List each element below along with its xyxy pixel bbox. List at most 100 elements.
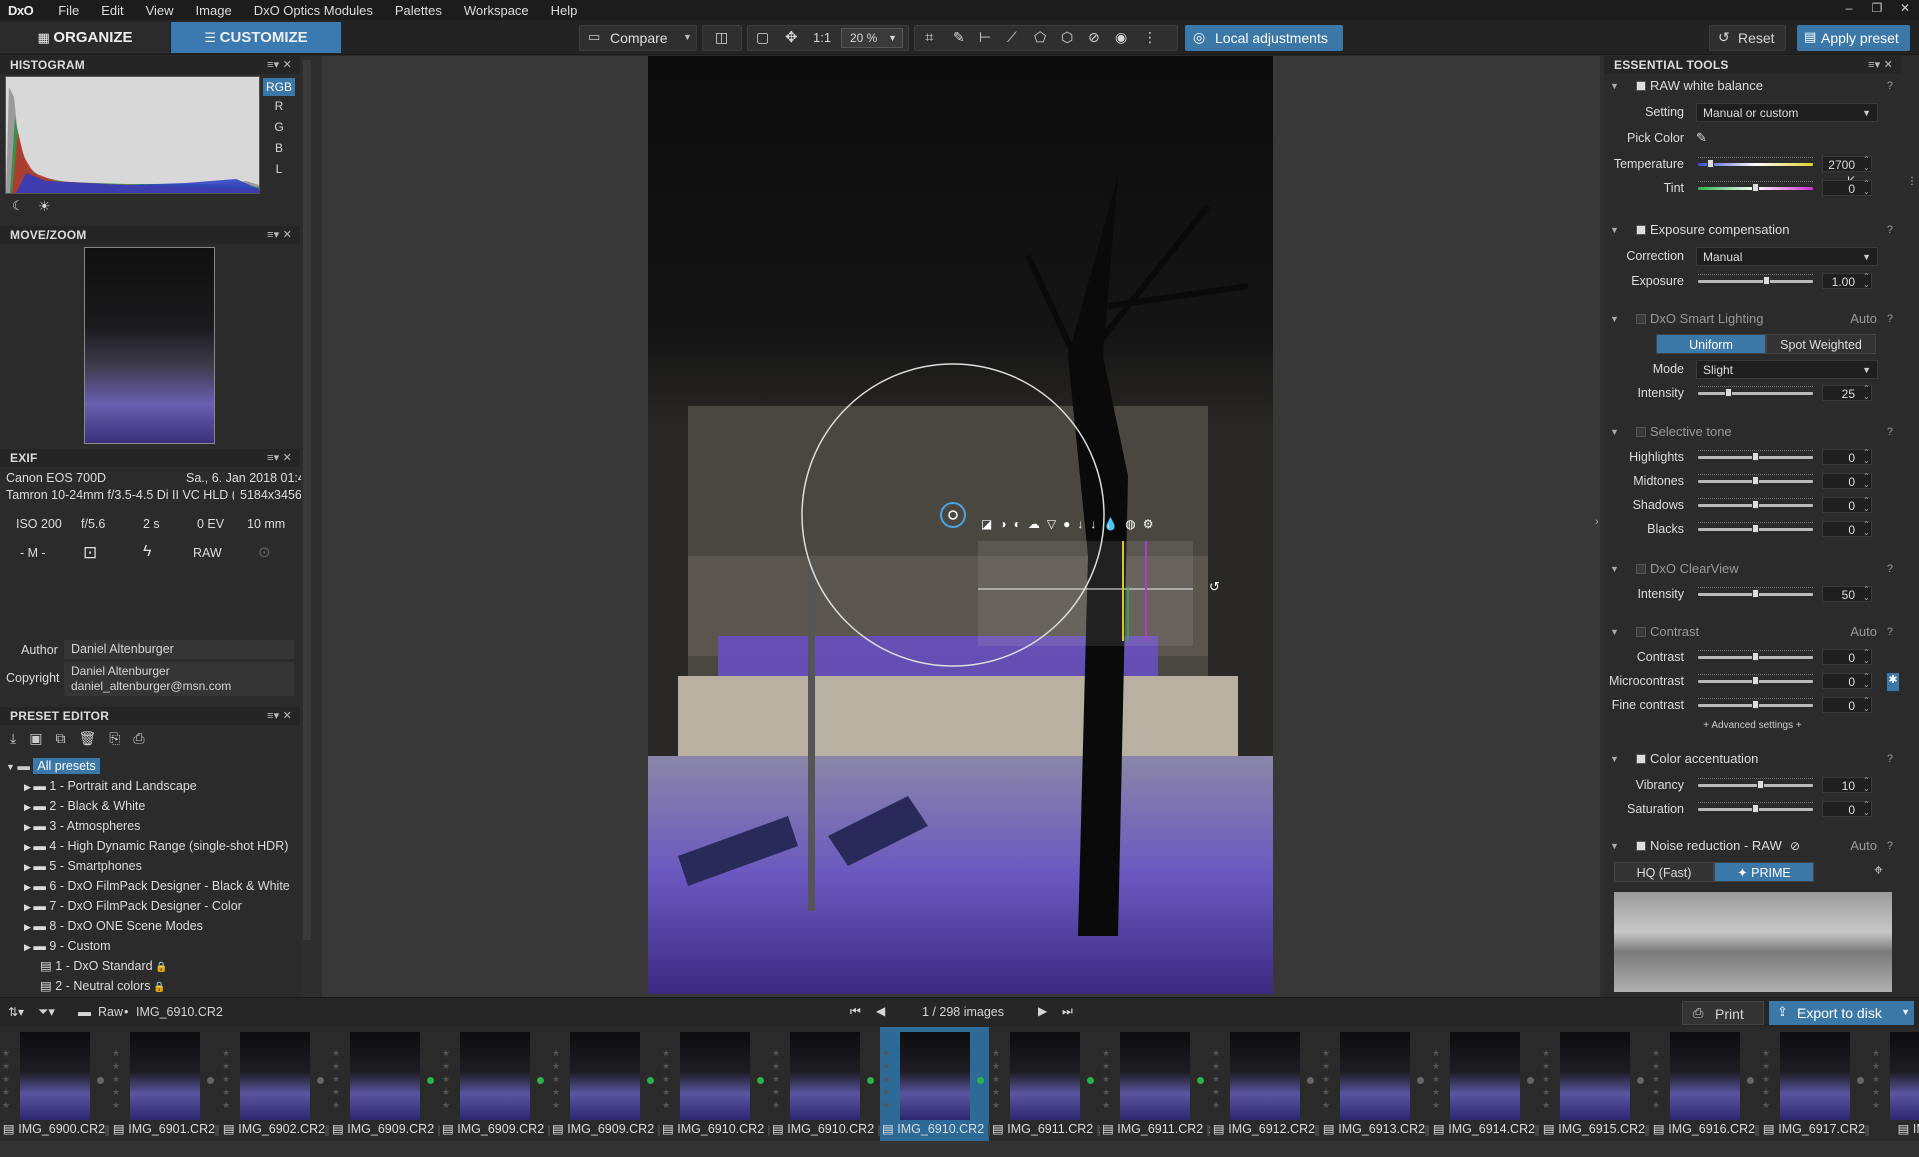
value-field[interactable]: 0 bbox=[1822, 673, 1872, 689]
filmstrip-thumb[interactable]: ★★★★★ ▤ IMG_6911.CR2 2 bbox=[1100, 1027, 1210, 1147]
value-field[interactable]: 0 bbox=[1822, 449, 1872, 465]
slider-thumb[interactable] bbox=[1762, 276, 1770, 285]
cv-intensity-slider[interactable] bbox=[1698, 587, 1813, 598]
collapse-icon[interactable]: ▼ bbox=[1610, 837, 1619, 855]
hq-fast-button[interactable]: HQ (Fast) bbox=[1614, 862, 1714, 882]
split-view-button[interactable]: ◫ bbox=[702, 25, 742, 51]
exposure-icon[interactable]: ◪ bbox=[981, 517, 999, 531]
main-photo[interactable]: ◪◑◐☁▽●↓↓💧◍⚙ ↺ bbox=[648, 56, 1273, 994]
filmstrip-thumb[interactable]: ★ ★ ★ ★ ★ ▤ IMG_6915.CR2 bbox=[1540, 1027, 1650, 1147]
rating-stars[interactable]: ★ ★ ★ ★ ★ bbox=[112, 1047, 124, 1112]
tint-value[interactable]: 0 bbox=[1822, 180, 1872, 196]
collapse-icon[interactable]: ▼ bbox=[1610, 560, 1619, 578]
collapse-icon[interactable]: ▼ bbox=[1610, 310, 1619, 328]
raw-wb-checkbox[interactable] bbox=[1636, 81, 1646, 91]
filmstrip-thumb[interactable]: ★ ★ ★ ★ ★ ▤ IMG_6916.CR2 bbox=[1650, 1027, 1760, 1147]
new-preset-icon[interactable]: ▣ bbox=[29, 730, 55, 746]
noise-section[interactable]: ▼ Noise reduction - RAW ⊘ Auto ? bbox=[1604, 837, 1901, 855]
slider-thumb[interactable] bbox=[1752, 652, 1759, 661]
panel-menu-icon[interactable]: ≡▾ ✕ bbox=[267, 226, 292, 244]
value-field[interactable]: 0 bbox=[1822, 697, 1872, 713]
grid-overlay-icon[interactable]: ⋮ bbox=[1143, 29, 1157, 46]
filmstrip-thumb[interactable]: ★★★★★ ▤ IMG_6909.CR2 2 bbox=[440, 1027, 550, 1147]
delete-preset-icon[interactable]: 🗑 bbox=[78, 730, 109, 746]
rating-stars[interactable]: ★ ★ ★ ★ ★ bbox=[222, 1047, 234, 1112]
sort-icon[interactable]: ⇅▾ bbox=[8, 1005, 24, 1019]
next-image-icon[interactable]: ▶ bbox=[1038, 1004, 1047, 1018]
highlight-clip-icon[interactable]: ☀ bbox=[38, 198, 51, 215]
menu-workspace[interactable]: Workspace bbox=[453, 3, 540, 18]
channel-rgb[interactable]: RGB bbox=[263, 78, 295, 96]
preset-folder[interactable]: ▶ ▬ 7 - DxO FilmPack Designer - Color bbox=[24, 896, 242, 916]
apply-preset-button[interactable]: ▤ Apply preset bbox=[1797, 25, 1910, 51]
preset-folder[interactable]: ▶ ▬ 9 - Custom bbox=[24, 936, 111, 956]
advanced-settings-link[interactable]: + Advanced settings + bbox=[1604, 720, 1901, 731]
help-icon[interactable]: ? bbox=[1887, 423, 1893, 441]
filmstrip-thumb[interactable]: ★ ★ ★ ★ ★ ▤ IMG_6901.CR2 bbox=[110, 1027, 220, 1147]
exposure-section[interactable]: ▼ Exposure compensation ? bbox=[1604, 221, 1901, 239]
move-icon[interactable]: ✥ bbox=[785, 28, 798, 46]
perspective-icon[interactable]: ⟋ bbox=[1007, 29, 1017, 46]
expand-icon[interactable]: ▶ bbox=[24, 902, 33, 912]
correction-select[interactable]: Manual bbox=[1696, 247, 1878, 267]
tint-slider[interactable] bbox=[1698, 181, 1813, 192]
path-folder[interactable]: Raw bbox=[98, 1005, 123, 1019]
temperature-slider[interactable] bbox=[1698, 157, 1813, 168]
preset-folder[interactable]: ▶ ▬ 1 - Portrait and Landscape bbox=[24, 776, 197, 796]
filmstrip-thumb[interactable]: ★ ★ ★ ★ ★ ▤ IMG_6902.CR2 bbox=[220, 1027, 330, 1147]
exposure-value[interactable]: 1.00 bbox=[1822, 273, 1872, 289]
reset-button[interactable]: ↺ Reset bbox=[1709, 25, 1786, 51]
smart-lighting-checkbox[interactable] bbox=[1636, 314, 1646, 324]
noise-icon[interactable]: ◍ bbox=[1125, 517, 1142, 531]
author-field[interactable]: Daniel Altenburger bbox=[64, 640, 294, 659]
filter-icon[interactable]: ▽ bbox=[1047, 517, 1063, 531]
left-scrollbar[interactable] bbox=[303, 60, 311, 940]
filmstrip-thumb[interactable]: ★★★★★ ▤ IMG_6909.CR2 1 bbox=[330, 1027, 440, 1147]
compare-button[interactable]: ▭ Compare ▼ bbox=[579, 25, 697, 51]
navigator-thumbnail[interactable] bbox=[84, 247, 215, 444]
slider-thumb[interactable] bbox=[1752, 183, 1759, 192]
perspective-rect-icon[interactable]: ⬠ bbox=[1034, 29, 1046, 46]
mask-icon[interactable]: ⚙ bbox=[1143, 517, 1161, 531]
help-icon[interactable]: ? bbox=[1887, 560, 1893, 578]
menu-palettes[interactable]: Palettes bbox=[384, 3, 453, 18]
rating-stars[interactable]: ★ ★ ★ ★ ★ bbox=[1102, 1047, 1114, 1112]
value-slider[interactable] bbox=[1698, 450, 1813, 461]
horizon-icon[interactable]: ⊢ bbox=[979, 29, 991, 46]
channel-g[interactable]: G bbox=[263, 120, 295, 134]
vibrancy-icon[interactable]: ◐ bbox=[1014, 517, 1028, 531]
slider-thumb[interactable] bbox=[1752, 476, 1759, 485]
value-slider[interactable] bbox=[1698, 474, 1813, 485]
preset-folder[interactable]: ▶ ▬ 2 - Black & White bbox=[24, 796, 145, 816]
value-slider[interactable] bbox=[1698, 674, 1813, 685]
help-icon[interactable]: ? bbox=[1887, 750, 1893, 768]
export-preset-icon[interactable]: ⎙ bbox=[133, 730, 157, 746]
raw-wb-section[interactable]: ▼ RAW white balance ? bbox=[1604, 77, 1901, 95]
preset-folder[interactable]: ▶ ▬ 5 - Smartphones bbox=[24, 856, 142, 876]
rating-stars[interactable]: ★ ★ ★ ★ ★ bbox=[1212, 1047, 1224, 1112]
rating-stars[interactable]: ★ ★ ★ ★ ★ bbox=[442, 1047, 454, 1112]
filmstrip-thumb[interactable]: ★★★★★ ▤ IMG_6909.CR2 3 bbox=[550, 1027, 660, 1147]
exposure-slider[interactable] bbox=[1698, 274, 1813, 285]
value-slider[interactable] bbox=[1698, 698, 1813, 709]
help-icon[interactable]: ? bbox=[1887, 623, 1893, 641]
value-field[interactable]: 0 bbox=[1822, 801, 1872, 817]
collapse-icon[interactable]: ▼ bbox=[1610, 221, 1619, 239]
rating-stars[interactable]: ★ ★ ★ ★ ★ bbox=[2, 1047, 14, 1112]
slider-thumb[interactable] bbox=[1752, 700, 1759, 709]
slider-thumb[interactable] bbox=[1757, 780, 1765, 789]
help-icon[interactable]: ? bbox=[1887, 310, 1893, 328]
temp-icon[interactable]: ↓ bbox=[1077, 517, 1090, 531]
expand-icon[interactable]: ▶ bbox=[24, 802, 33, 812]
selective-tone-checkbox[interactable] bbox=[1636, 427, 1646, 437]
filmstrip-thumb[interactable]: ★ ★ ★ ★ ★ ▤ IMG_6917.CR2 bbox=[1760, 1027, 1870, 1147]
eye-off-icon[interactable]: ⊘ bbox=[1790, 837, 1800, 855]
expand-icon[interactable]: ▶ bbox=[24, 822, 33, 832]
slider-thumb[interactable] bbox=[1725, 388, 1732, 397]
collapse-icon[interactable]: ▼ bbox=[1610, 750, 1619, 768]
tint-icon[interactable]: ↓ bbox=[1090, 517, 1103, 531]
copyright-field[interactable]: Daniel Altenburger daniel_altenburger@ms… bbox=[64, 662, 294, 696]
menu-help[interactable]: Help bbox=[540, 3, 589, 18]
minimize-icon[interactable]: – bbox=[1835, 0, 1863, 20]
value-slider[interactable] bbox=[1698, 802, 1813, 813]
